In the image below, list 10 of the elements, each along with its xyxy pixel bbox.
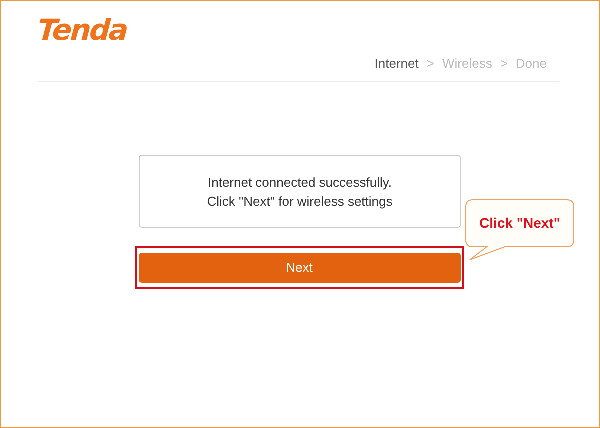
step-label: Wireless: [442, 55, 492, 73]
step-label: Done: [516, 55, 547, 73]
message-text: Click "Next" for wireless settings: [207, 192, 393, 210]
logo: Tenda: [36, 13, 128, 47]
step-label: Internet: [374, 55, 419, 73]
next-button[interactable]: Next: [138, 252, 460, 282]
step-separator: >: [500, 55, 508, 73]
callout-text: Click "Next": [478, 214, 562, 233]
step-separator: >: [426, 55, 434, 73]
message-text: Internet connected successfully.: [208, 174, 392, 192]
